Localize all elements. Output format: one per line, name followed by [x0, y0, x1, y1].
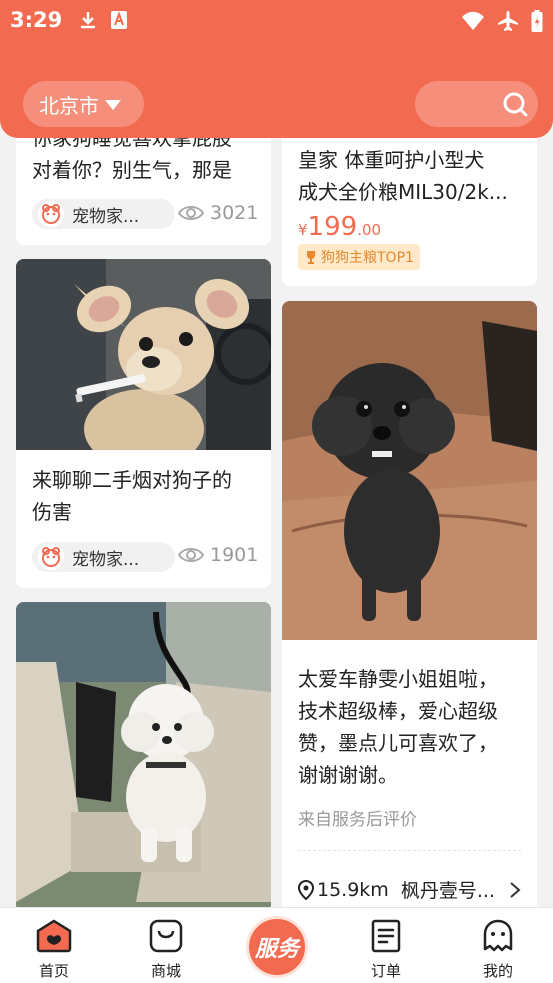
nav-orders-label: 订单: [370, 962, 401, 980]
nav-service[interactable]: 服务: [246, 916, 308, 978]
caret-down-icon: [105, 100, 121, 110]
product-price: ¥ 199 .00: [298, 212, 382, 242]
avatar: [38, 201, 64, 227]
airplane-icon: [498, 11, 518, 31]
status-time: 3:29: [10, 8, 63, 32]
nav-orders[interactable]: 订单: [346, 918, 426, 981]
product-title: 皇家 体重呵护小型犬 成犬全价粮MIL30/2k...: [298, 148, 508, 204]
wifi-icon: [462, 11, 484, 30]
author-pill[interactable]: 宠物家...: [32, 199, 175, 229]
font-icon: [111, 11, 127, 29]
article-card-2[interactable]: 来聊聊二手烟对狗子的 伤害 宠物家... 1901: [16, 259, 271, 588]
author-name: 宠物家...: [72, 549, 140, 570]
author-pill[interactable]: 宠物家...: [32, 542, 175, 572]
shopping-bag-icon: [149, 919, 183, 953]
nav-mine[interactable]: 我的: [458, 918, 538, 981]
article-photo: [16, 259, 271, 450]
city-label: 北京市: [39, 93, 99, 118]
view-count: 1901: [178, 544, 258, 566]
divider: [298, 850, 521, 851]
shop-location-row[interactable]: 15.9km 枫丹壹号...: [298, 876, 521, 903]
review-photo: [282, 301, 537, 640]
author-name: 宠物家...: [72, 206, 140, 227]
download-icon: [81, 12, 95, 29]
app-header: 3:29 北京市: [0, 0, 553, 138]
ranking-badge: 狗狗主粮TOP1: [298, 244, 420, 270]
bottom-nav: 首页 商城 服务 订单 我的: [0, 907, 553, 983]
chevron-right-icon: [510, 881, 521, 898]
profile-ghost-icon: [483, 919, 513, 952]
article-photo: [16, 602, 271, 912]
search-icon: [503, 92, 528, 117]
eye-icon: [178, 548, 204, 562]
avatar: [38, 544, 64, 570]
nav-service-label: 服务: [254, 937, 299, 962]
nav-mine-label: 我的: [482, 962, 513, 980]
nav-home[interactable]: 首页: [14, 918, 94, 981]
trophy-icon: [307, 251, 315, 264]
eye-icon: [178, 206, 204, 220]
review-source: 来自服务后评价: [298, 810, 417, 830]
order-list-icon: [371, 919, 401, 953]
shop-name: 枫丹壹号...: [400, 880, 495, 902]
review-text: 太爱车静雯小姐姐啦， 技术超级棒，爱心超级 赞，墨点儿可喜欢了， 谢谢谢谢。: [298, 667, 498, 787]
review-card[interactable]: 太爱车静雯小姐姐啦， 技术超级棒，爱心超级 赞，墨点儿可喜欢了， 谢谢谢谢。 来…: [282, 301, 537, 912]
nav-home-label: 首页: [38, 962, 69, 980]
status-bar: 3:29: [10, 8, 543, 32]
search-button[interactable]: [415, 81, 538, 127]
city-selector[interactable]: 北京市: [23, 81, 144, 127]
shop-distance: 15.9km: [317, 878, 389, 901]
view-count: 3021: [178, 202, 258, 224]
nav-mall-label: 商城: [150, 962, 181, 980]
article-title: 来聊聊二手烟对狗子的 伤害: [32, 468, 232, 524]
nav-mall[interactable]: 商城: [126, 918, 206, 981]
article-card-3[interactable]: [16, 602, 271, 912]
home-icon: [36, 919, 72, 953]
battery-icon: [531, 10, 543, 32]
location-pin-icon: [298, 879, 314, 900]
